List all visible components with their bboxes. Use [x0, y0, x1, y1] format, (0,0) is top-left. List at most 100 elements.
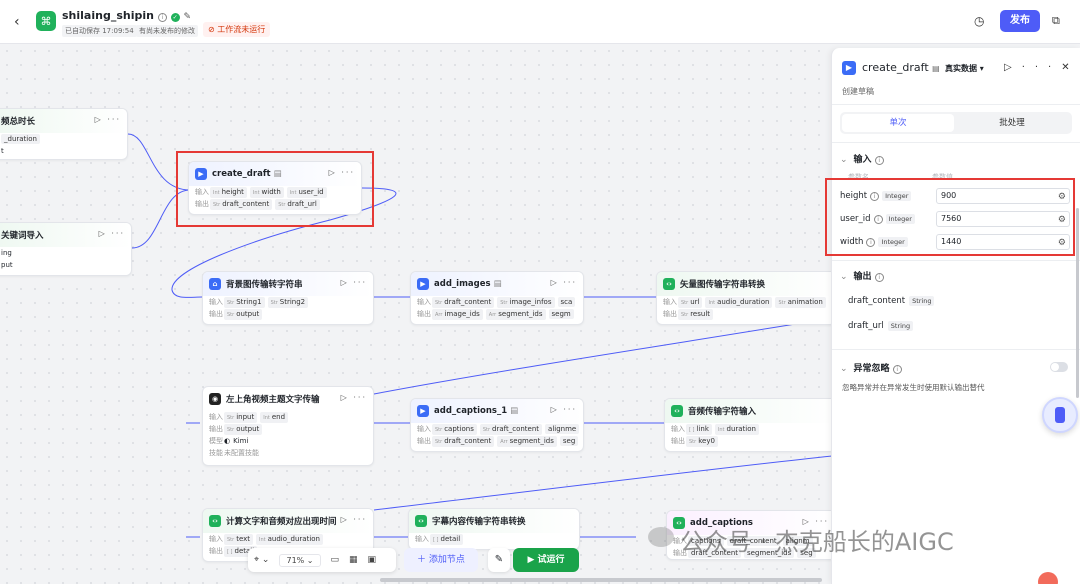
tab-batch[interactable]: 批处理 [956, 114, 1068, 132]
output-label: 输出 [417, 310, 431, 318]
param-tag: [ ] link [686, 423, 712, 435]
node-actions-icon[interactable]: ▷ ··· [551, 405, 577, 414]
node-actions-icon[interactable]: ▷ ··· [95, 115, 121, 124]
node-actions-icon[interactable]: ▷ ··· [341, 393, 367, 402]
error-hint: 忽略异常并在异常发生时使用默认输出替代 [842, 383, 985, 392]
output-type: String [909, 296, 935, 306]
node-title: 计算文字和音频对应出现时间 [226, 517, 337, 527]
input-label: 输入 [417, 425, 431, 433]
param-tag: Str draft_content [479, 423, 543, 435]
node-actions-icon[interactable]: ▷ ··· [99, 229, 125, 238]
node-add-images[interactable]: ▶ add_images ▤ ▷ ··· 输入 Str draft_content St… [410, 271, 584, 325]
node-actions-icon[interactable]: ▷ ··· [341, 515, 367, 524]
node-add-captions-1[interactable]: ▶ add_captions_1 ▤ ▷ ··· 输入 Str captions Str… [410, 398, 584, 452]
horizontal-scrollbar[interactable] [380, 578, 822, 582]
output-name: draft_url [848, 321, 884, 331]
layout-icon[interactable]: ▦ [349, 555, 358, 565]
param-name: output [236, 424, 260, 433]
row-text: ing [1, 249, 12, 257]
divider [832, 104, 1080, 105]
output-label: 输出 [671, 437, 685, 445]
close-icon[interactable]: ✕ [1061, 62, 1079, 73]
add-node-button[interactable]: ＋ 添加节点 [404, 548, 478, 572]
node-title: 字幕内容传输字符串转换 [432, 517, 526, 527]
node-title: 音频传输字符输入 [688, 407, 757, 417]
param-tag: Str String1 [224, 296, 265, 308]
data-mode-label: 真实数据 [945, 64, 977, 73]
error-section-header[interactable]: ⌄ 异常忽略 i [840, 361, 902, 374]
param-tag: Str animation [775, 296, 826, 308]
node-title: 背景图传输转字符串 [226, 280, 303, 290]
input-label: 输入 [417, 298, 431, 306]
model-icon: ◐ [224, 437, 231, 445]
input-section-header[interactable]: ⌄ 输入 i [840, 152, 884, 165]
param-tag: Str key0 [686, 435, 718, 447]
publish-button[interactable]: 发布 [1000, 10, 1040, 32]
output-name: draft_content [848, 296, 906, 306]
input-label: 输入 [209, 298, 223, 306]
param-tag: [ ] detail [430, 533, 464, 545]
more-icon[interactable]: ··· [1022, 62, 1062, 73]
node-title: add_captions_1 [434, 406, 508, 416]
mouse-icon[interactable]: ⌖ ⌄ [254, 555, 269, 565]
copy-icon[interactable]: ⧉ [1052, 14, 1060, 28]
data-mode-select[interactable]: 真实数据 ▾ [945, 63, 984, 74]
param-name: seg [562, 437, 576, 445]
param-tag: Str result [678, 308, 714, 320]
param-name: audio_duration [717, 297, 770, 306]
param-tag: alignme [545, 424, 580, 434]
model-name: Kimi [233, 437, 249, 445]
param-name: String1 [236, 297, 262, 306]
comment-icon[interactable]: ▭ [331, 555, 340, 565]
history-icon[interactable]: ◷ [974, 14, 984, 28]
test-run-label: 试运行 [537, 555, 565, 565]
output-section-header[interactable]: ⌄ 输出 i [840, 269, 884, 282]
node-vector-convert[interactable]: ‹› 矢量图传输字符串转换 输入 Str url Int audio_duration… [656, 271, 836, 325]
input-label: 输入 [209, 413, 223, 421]
panel-description: 创建草稿 [842, 87, 874, 96]
param-tag: Str image_infos [497, 296, 555, 308]
node-audio-input[interactable]: ‹› 音频传输字符输入 输入 [ ] link Int duration 输出 Str… [664, 398, 836, 452]
chevron-down-icon: ⌄ [840, 272, 848, 282]
plugin-icon: ▶ [417, 278, 429, 290]
run-icon[interactable]: ▷ [1004, 62, 1022, 73]
minimap-icon[interactable]: ▣ [368, 555, 377, 565]
input-section-title: 输入 [853, 155, 872, 165]
node-actions-icon[interactable]: ▷ ··· [341, 278, 367, 287]
node-title: 频总时长 [1, 117, 36, 127]
output-tag: _duration [1, 134, 40, 144]
node-actions-icon[interactable]: ▷ ··· [551, 278, 577, 287]
canvas-toolbar: ⌖ ⌄ 71% ⌄ ▭ ▦ ▣ [248, 548, 396, 572]
node-bg-convert[interactable]: ⌂ 背景图传输转字符串 ▷ ··· 输入 Str String1 Str String2… [202, 271, 374, 325]
param-name: segment_ids [498, 309, 543, 318]
tab-single[interactable]: 单次 [842, 114, 954, 132]
code-icon: ‹› [663, 278, 675, 290]
ignore-error-toggle[interactable] [1050, 362, 1068, 372]
param-name: audio_duration [267, 534, 320, 543]
param-tag: sca [557, 297, 576, 307]
param-name: text [236, 534, 251, 543]
panel-actions: ▷···✕ [1004, 62, 1080, 73]
node-subtitle-convert[interactable]: ‹› 字幕内容传输字符串转换 输入 [ ] detail [408, 508, 580, 550]
node-topleft-text[interactable]: ◉ 左上角视频主题文字传输 ▷ ··· 输入 Str input Int end 输出 … [202, 386, 374, 466]
param-name: draft_content [444, 436, 492, 445]
assistant-icon [1055, 407, 1065, 423]
plugin-icon: ▶ [417, 405, 429, 417]
tool-icon[interactable]: ✎ [488, 548, 510, 572]
node-keyword-import[interactable]: 关键词导入 ▷ ··· ing put [0, 222, 132, 276]
error-section-title: 异常忽略 [853, 364, 890, 374]
panel-title: create_draft ▤ [862, 61, 940, 74]
param-tag: Arr image_ids [432, 308, 483, 320]
zoom-select[interactable]: 71% ⌄ [279, 553, 321, 567]
assistant-float-button[interactable] [1042, 397, 1078, 433]
panel-scrollbar[interactable] [1076, 208, 1079, 398]
param-name: image_ids [444, 309, 480, 318]
output-row: draft_content String [848, 296, 935, 306]
param-name: image_infos [509, 297, 552, 306]
divider [832, 349, 1080, 350]
param-tag: Int audio_duration [256, 533, 323, 545]
node-duration[interactable]: 频总时长 ▷ ··· _duration t [0, 108, 128, 160]
test-run-button[interactable]: ▶ 试运行 [513, 548, 579, 572]
param-tag: Int audio_duration [705, 296, 773, 308]
param-tag: Int end [260, 411, 289, 423]
